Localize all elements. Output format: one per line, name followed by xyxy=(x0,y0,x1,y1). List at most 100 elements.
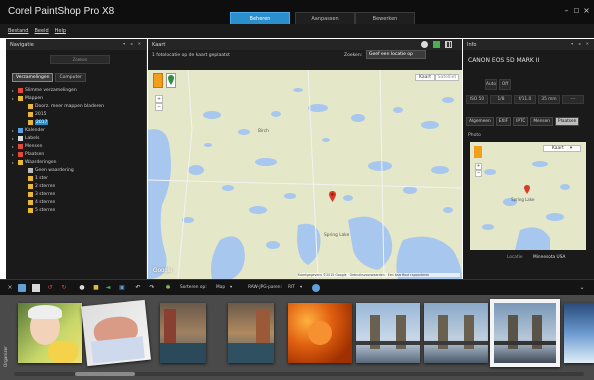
tree-item[interactable]: 1 ster xyxy=(22,175,48,182)
search-icon[interactable] xyxy=(312,284,320,292)
close-icon[interactable]: × xyxy=(582,6,591,15)
minimap-location-pin-icon[interactable] xyxy=(524,185,530,196)
map-search-input[interactable]: Geef een locatie op xyxy=(366,50,426,59)
tree-item-icon xyxy=(28,184,33,189)
tree-item-icon xyxy=(28,112,33,117)
tree-item[interactable]: 3 sterren xyxy=(22,191,55,198)
chevron-down-icon[interactable]: ▾ xyxy=(230,285,232,290)
exif-extra: --- xyxy=(562,95,584,104)
tree-item[interactable]: ▸ Plaatsen xyxy=(12,151,44,158)
flash-mode-off: Off xyxy=(499,79,511,90)
tag-icon[interactable]: ✱ xyxy=(164,284,172,292)
map-type-kaart-button[interactable]: Kaart xyxy=(415,74,435,81)
chevron-down-icon[interactable]: ⌄ xyxy=(578,284,586,292)
tab-plaatsen[interactable]: Plaatsen xyxy=(555,117,580,126)
tree-item[interactable]: 2015 xyxy=(22,111,46,118)
tree-expand-icon[interactable]: ▸ xyxy=(12,136,16,141)
menu-help[interactable]: Help xyxy=(55,28,66,34)
folder-icon[interactable]: ■ xyxy=(92,284,100,292)
menu-beeld[interactable]: Beeld xyxy=(34,28,48,34)
map-zoom-in-button[interactable]: + xyxy=(155,95,163,103)
tree-expand-icon[interactable]: ▸ xyxy=(12,128,16,133)
chevron-down-icon[interactable]: ▾ xyxy=(300,285,302,290)
menu-bestand[interactable]: Bestand xyxy=(8,28,28,34)
minimap-zoom-out-button[interactable]: − xyxy=(475,170,482,177)
map-view-icon[interactable] xyxy=(421,41,428,48)
minimap-type-select[interactable]: Kaart ▾ xyxy=(543,145,581,152)
thumb-roses[interactable] xyxy=(288,303,352,363)
map-canvas[interactable] xyxy=(148,70,462,279)
tree-item[interactable]: ▸ Waarderingen xyxy=(12,159,57,166)
tree-item[interactable]: 2017 xyxy=(22,119,49,126)
rotate-left-icon[interactable]: ↺ xyxy=(46,284,54,292)
tree-item[interactable]: ▸ Mensen xyxy=(12,143,42,150)
photo-location-minimap[interactable] xyxy=(470,142,586,250)
minimap-zoom-in-button[interactable]: + xyxy=(475,163,482,170)
raw-jpg-select[interactable]: RIT xyxy=(288,285,295,290)
minimap-pegman-icon[interactable] xyxy=(474,146,482,158)
tree-expand-icon[interactable]: ▸ xyxy=(12,152,16,157)
tree-expand-icon[interactable]: ▸ xyxy=(12,144,16,149)
tab-mensen[interactable]: Mensen xyxy=(530,117,554,126)
sort-select[interactable]: Map xyxy=(216,285,225,290)
thumb-canal-2[interactable] xyxy=(228,303,274,363)
rotate-right-icon[interactable]: ↻ xyxy=(60,284,68,292)
select-icon[interactable] xyxy=(18,284,26,292)
tree-item[interactable]: ▸ Kalender xyxy=(12,127,45,134)
tab-verzamelingen[interactable]: Verzamelingen xyxy=(12,73,54,82)
tree-item-label: 2015 xyxy=(35,112,47,117)
navigation-search-input[interactable]: Zoeken xyxy=(50,55,110,64)
thumbnail-view-icon[interactable] xyxy=(445,41,452,48)
map-zoom-out-button[interactable]: − xyxy=(155,103,163,111)
tab-computer[interactable]: Computer xyxy=(55,73,86,82)
thumb-wave[interactable] xyxy=(564,303,594,363)
people-icon[interactable]: ● xyxy=(78,284,86,292)
maximize-icon[interactable]: □ xyxy=(572,6,581,15)
tab-algemeen[interactable]: Algemeen xyxy=(466,117,494,126)
tree-item-label: Kalender xyxy=(25,128,45,133)
tree-item[interactable]: 5 sterren xyxy=(22,207,55,214)
info-view-icon[interactable] xyxy=(433,41,440,48)
tree-item-icon xyxy=(18,160,23,165)
thumb-bridge-2[interactable] xyxy=(424,303,488,363)
thumb-baby[interactable] xyxy=(81,299,151,367)
tree-item-label: Plaatsen xyxy=(25,152,45,157)
map-pin-tool-icon[interactable] xyxy=(166,73,176,88)
tree-item[interactable]: Doorz. meer mappen bladeren xyxy=(22,103,104,110)
map-type-satelliet-button[interactable]: Satelliet xyxy=(435,74,459,81)
tree-item[interactable]: 4 sterren xyxy=(22,199,55,206)
thumb-bridge-3-selected[interactable] xyxy=(490,299,560,367)
collapse-icon[interactable]: × xyxy=(6,284,14,292)
tree-item-label: Geen waardering xyxy=(35,168,74,173)
share-icon[interactable]: ◄ xyxy=(104,284,112,292)
tree-item[interactable]: 2 sterren xyxy=(22,183,55,190)
map-attribution[interactable]: Kaartgegevens ©2015 Google · Gebruiksvoo… xyxy=(298,273,460,277)
camera-icon[interactable]: ▣ xyxy=(118,284,126,292)
thumb-canal-1[interactable] xyxy=(160,303,206,363)
filmstrip-scrollbar[interactable] xyxy=(75,372,135,376)
map-location-pin-icon[interactable] xyxy=(329,191,336,204)
panel-controls-icon[interactable]: ▾ ◂ ✕ xyxy=(123,41,143,46)
tree-expand-icon[interactable]: ▸ xyxy=(12,160,16,165)
tree-item[interactable]: ▸ Mappen xyxy=(12,95,43,102)
tab-exif[interactable]: EXIF xyxy=(495,117,512,126)
undo-icon[interactable]: ↶ xyxy=(134,284,142,292)
panel-controls-icon[interactable]: ▾ ◂ ✕ xyxy=(571,41,591,46)
tree-item[interactable]: ▸ Labels xyxy=(12,135,39,142)
street-view-pegman-icon[interactable] xyxy=(153,73,163,88)
tree-item[interactable]: ▸ Slimme verzamelingen xyxy=(12,87,77,94)
minimize-icon[interactable]: – xyxy=(562,6,571,15)
redo-icon[interactable]: ↷ xyxy=(148,284,156,292)
map-header: Kaart xyxy=(148,39,462,50)
tree-item-icon xyxy=(18,144,23,149)
navigation-title: Navigatie xyxy=(10,41,34,48)
tree-expand-icon[interactable]: ▸ xyxy=(12,96,16,101)
minimap-place-label: Spring Lake xyxy=(511,197,535,202)
thumb-bridge-1[interactable] xyxy=(356,303,420,363)
thumb-girl-flowers[interactable] xyxy=(18,303,82,363)
tree-expand-icon[interactable]: ▸ xyxy=(12,88,16,93)
thumbnail-icon[interactable] xyxy=(32,284,40,292)
tree-item[interactable]: Geen waardering xyxy=(22,167,74,174)
exif-shutter: 1/8 xyxy=(490,95,512,104)
tab-iptc[interactable]: IPTC xyxy=(513,117,529,126)
